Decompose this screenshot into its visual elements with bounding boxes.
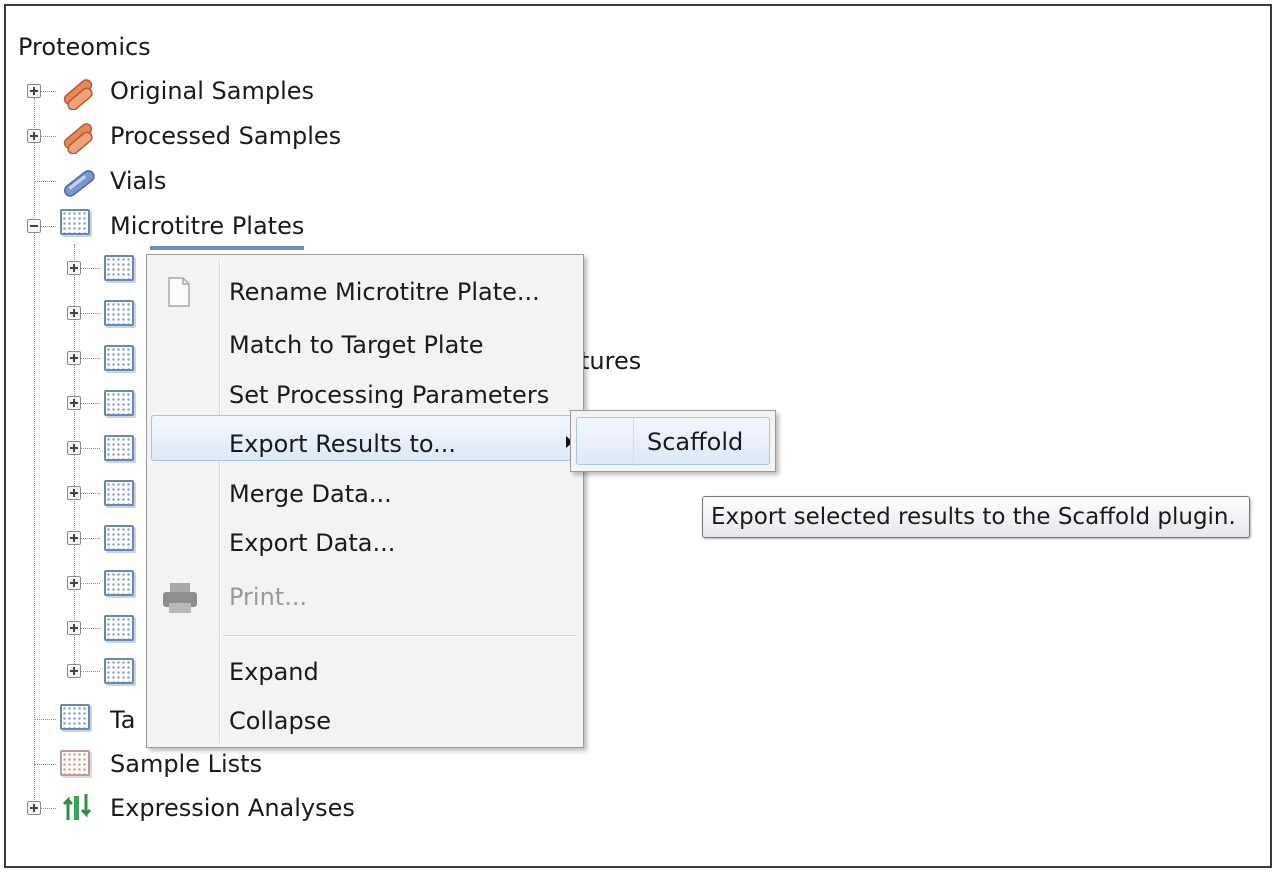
child-plate-icon[interactable] (104, 390, 134, 416)
submenu-gutter (633, 417, 634, 465)
tree-guide-line (34, 98, 35, 810)
context-menu: Rename Microtitre Plate... Match to Targ… (146, 254, 584, 748)
tree-connector (40, 136, 56, 137)
printer-icon (163, 583, 197, 613)
child-plate-icon[interactable] (104, 570, 134, 596)
tree-item-microtitre-plates[interactable]: Microtitre Plates (110, 211, 304, 241)
export-submenu: Scaffold (570, 410, 776, 472)
expand-child-plate-icon[interactable] (67, 441, 81, 455)
expand-child-plate-icon[interactable] (67, 261, 81, 275)
tube-orange-icon (63, 123, 93, 154)
menu-item-match-to-target-plate[interactable]: Match to Target Plate (229, 330, 483, 360)
menu-item-rename-microtitre-plate[interactable]: Rename Microtitre Plate... (229, 277, 540, 307)
expand-processed-samples-icon[interactable] (27, 129, 41, 143)
menu-item-collapse[interactable]: Collapse (229, 706, 331, 736)
expand-child-plate-icon[interactable] (67, 576, 81, 590)
child-plate-icon[interactable] (104, 615, 134, 641)
child-plate-icon[interactable] (104, 345, 134, 371)
tooltip: Export selected results to the Scaffold … (702, 496, 1250, 538)
tree-connector (34, 181, 56, 182)
menu-item-set-processing-parameters[interactable]: Set Processing Parameters (229, 380, 549, 410)
menu-item-merge-data[interactable]: Merge Data... (229, 479, 392, 509)
expand-original-samples-icon[interactable] (27, 84, 41, 98)
tree-item-expression-analyses[interactable]: Expression Analyses (110, 793, 355, 823)
menu-item-export-data[interactable]: Export Data... (229, 528, 395, 558)
menu-separator (223, 635, 577, 637)
partial-hidden-label: tures (580, 347, 642, 375)
expand-child-plate-icon[interactable] (67, 621, 81, 635)
menu-gutter (219, 259, 221, 743)
menu-item-export-results-to[interactable]: Export Results to... (229, 429, 456, 459)
expand-child-plate-icon[interactable] (67, 351, 81, 365)
tree-item-processed-samples[interactable]: Processed Samples (110, 121, 341, 151)
expand-child-plate-icon[interactable] (67, 486, 81, 500)
expand-child-plate-icon[interactable] (67, 306, 81, 320)
child-plate-icon[interactable] (104, 525, 134, 551)
expression-analysis-icon (62, 794, 92, 820)
tree-connector (40, 808, 56, 809)
expand-child-plate-icon[interactable] (67, 531, 81, 545)
child-plate-icon[interactable] (104, 435, 134, 461)
child-plate-icon[interactable] (104, 658, 134, 684)
collapse-microtitre-plates-icon[interactable] (27, 219, 41, 233)
tree-item-original-samples[interactable]: Original Samples (110, 76, 314, 106)
tube-orange-icon (63, 79, 93, 110)
tree-connector (34, 764, 56, 765)
expand-expression-analyses-icon[interactable] (27, 801, 41, 815)
submenu-item-scaffold[interactable]: Scaffold (647, 427, 743, 457)
target-plate-icon (60, 704, 90, 730)
tree-item-vials[interactable]: Vials (110, 166, 166, 196)
menu-item-expand[interactable]: Expand (229, 657, 319, 687)
document-icon (168, 277, 190, 307)
sample-list-icon (60, 750, 90, 776)
tree-connector (34, 719, 56, 720)
tree-root-label[interactable]: Proteomics (18, 32, 151, 62)
tree-item-sample-lists[interactable]: Sample Lists (110, 749, 262, 779)
tube-blue-icon (63, 170, 95, 197)
child-plate-icon[interactable] (104, 300, 134, 326)
tree-connector (40, 226, 56, 227)
expand-child-plate-icon[interactable] (67, 396, 81, 410)
menu-item-print: Print... (229, 583, 308, 611)
tree-item-target-plates[interactable]: Ta (110, 705, 135, 735)
expand-child-plate-icon[interactable] (67, 664, 81, 678)
tooltip-text: Export selected results to the Scaffold … (711, 504, 1236, 530)
selection-underline (150, 246, 304, 250)
tree-connector (40, 91, 56, 92)
microtitre-plate-icon (60, 209, 90, 235)
child-plate-icon[interactable] (104, 480, 134, 506)
child-plate-icon[interactable] (104, 255, 134, 281)
